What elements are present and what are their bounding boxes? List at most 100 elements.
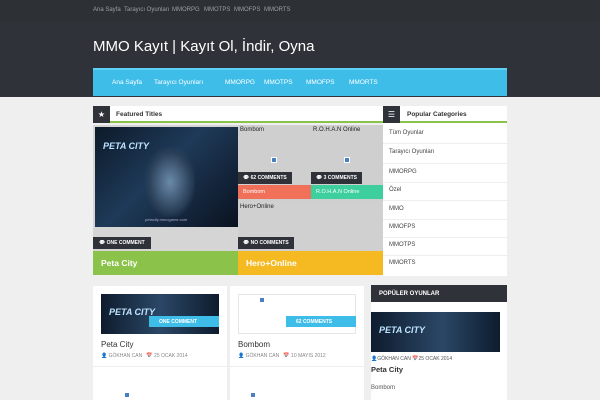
nav-browser-games[interactable]: Tarayıcı Oyunları: [154, 79, 203, 86]
broken-image-icon: [124, 392, 130, 398]
category-mmo[interactable]: MMO: [389, 206, 404, 212]
comment-count: ONE COMMENT: [159, 319, 198, 325]
category-all-games[interactable]: Tüm Oyunlar: [389, 130, 424, 136]
featured-main-title[interactable]: Peta City: [101, 258, 137, 268]
divider: [383, 163, 507, 164]
comment-count-ribbon[interactable]: ONE COMMENT: [149, 316, 219, 327]
post-thumbnail[interactable]: PETA CITY: [101, 294, 219, 334]
popular-game-meta: 👤GÖKHAN CAN 📅25 OCAK 2014: [371, 356, 452, 362]
featured-small-2-name[interactable]: R.O.H.A.N Online: [313, 127, 360, 133]
featured-small-1-title[interactable]: Bombom: [243, 189, 265, 195]
popular-game-thumbnail[interactable]: PETA CITY: [371, 312, 500, 352]
category-mmotps[interactable]: MMOTPS: [389, 242, 415, 248]
nav-mmotps[interactable]: MMOTPS: [264, 79, 293, 86]
user-icon: 👤: [101, 353, 109, 359]
game-logo: PETA CITY: [103, 141, 150, 151]
featured-grid: PETA CITY petacity.mmogame.com 💬 ONE COM…: [93, 125, 383, 275]
category-mmorpg[interactable]: MMORPG: [389, 169, 417, 175]
comment-count: 3 COMMENTS: [323, 175, 357, 181]
game-url: petacity.mmogame.com: [145, 217, 188, 222]
post-date: 25 OCAK 2014: [154, 353, 188, 359]
featured-bottom-name[interactable]: Hero+Online: [240, 204, 274, 210]
comment-count-ribbon[interactable]: 62 COMMENTS: [286, 316, 356, 327]
divider: [383, 200, 507, 201]
nav-home[interactable]: Ana Sayfa: [112, 79, 142, 86]
post-meta: 👤 GÖKHAN CAN 📅 25 OCAK 2014: [101, 353, 188, 359]
featured-bottom-title-bar[interactable]: Hero+Online: [238, 251, 383, 275]
game-character: [145, 147, 195, 217]
comment-count: ONE COMMENT: [106, 240, 145, 246]
main-nav: Ana Sayfa Tarayıcı Oyunları MMORPG MMOTP…: [93, 68, 507, 96]
post-title[interactable]: Bombom: [238, 340, 270, 349]
top-link-mmofps[interactable]: MMOFPS: [234, 7, 260, 13]
post-date: 10 MAYIS 2012: [291, 353, 326, 359]
post-card[interactable]: PETA CITY ONE COMMENT Peta City 👤 GÖKHAN…: [93, 286, 227, 400]
categories-heading-bar: ☰ Popular Categories: [383, 106, 507, 123]
category-special[interactable]: Özel: [389, 187, 401, 193]
featured-main-title-bar[interactable]: Peta City: [93, 251, 238, 275]
top-link-mmorts[interactable]: MMORTS: [264, 7, 291, 13]
nav-mmofps[interactable]: MMOFPS: [306, 79, 335, 86]
nav-mmorts[interactable]: MMORTS: [349, 79, 378, 86]
post-card[interactable]: 62 COMMENTS Bombom 👤 GÖKHAN CAN 📅 10 MAY…: [230, 286, 364, 400]
star-icon: ★: [93, 106, 110, 123]
featured-small-1[interactable]: Bombom 💬 62 COMMENTS Bombom: [238, 125, 311, 202]
comment-icon: 💬: [243, 240, 250, 246]
popular-games-heading: POPÜLER OYUNLAR: [379, 291, 440, 297]
comment-icon: 💬: [243, 175, 250, 181]
divider: [230, 366, 364, 367]
popular-game-next[interactable]: Bombom: [371, 385, 395, 391]
popular-games-heading-bar: POPÜLER OYUNLAR: [371, 285, 507, 302]
featured-small-2-title[interactable]: R.O.H.A.N Online: [316, 189, 359, 195]
popular-game-title[interactable]: Peta City: [371, 365, 403, 374]
comment-icon: 💬: [99, 240, 106, 246]
nav-mmorpg[interactable]: MMORPG: [225, 79, 255, 86]
category-mmorts[interactable]: MMORTS: [389, 260, 416, 266]
comment-count: NO COMMENTS: [250, 240, 289, 246]
comment-count-badge[interactable]: 💬 ONE COMMENT: [93, 237, 151, 249]
top-link-mmotps[interactable]: MMOTPS: [204, 7, 230, 13]
popular-games-widget: POPÜLER OYUNLAR PETA CITY 👤GÖKHAN CAN 📅2…: [371, 285, 507, 400]
divider: [383, 143, 507, 144]
broken-image-icon: [259, 297, 265, 303]
top-bar: Ana Sayfa Tarayıcı Oyunları MMORPG MMOTP…: [0, 0, 600, 22]
broken-image-icon: [271, 157, 277, 163]
post-title[interactable]: Peta City: [101, 340, 133, 349]
site-title[interactable]: MMO Kayıt | Kayıt Ol, İndir, Oyna: [93, 38, 314, 55]
list-icon: ☰: [383, 106, 400, 123]
featured-small-1-bar[interactable]: Bombom: [238, 185, 311, 199]
comment-count-badge[interactable]: 💬 NO COMMENTS: [238, 237, 294, 249]
divider: [383, 237, 507, 238]
category-mmofps[interactable]: MMOFPS: [389, 224, 415, 230]
post-author[interactable]: GÖKHAN CAN: [109, 353, 143, 359]
featured-small-2[interactable]: R.O.H.A.N Online 💬 3 COMMENTS R.O.H.A.N …: [311, 125, 383, 202]
top-link-browser-games[interactable]: Tarayıcı Oyunları: [124, 7, 169, 13]
game-logo: PETA CITY: [379, 325, 426, 335]
post-author[interactable]: GÖKHAN CAN: [246, 353, 280, 359]
top-link-home[interactable]: Ana Sayfa: [93, 7, 121, 13]
divider: [383, 182, 507, 183]
divider: [383, 255, 507, 256]
featured-bottom-title[interactable]: Hero+Online: [246, 258, 297, 268]
featured-main[interactable]: PETA CITY petacity.mmogame.com 💬 ONE COM…: [93, 125, 238, 275]
categories-heading: Popular Categories: [407, 111, 467, 118]
user-icon: 👤: [238, 353, 246, 359]
featured-small-2-bar[interactable]: R.O.H.A.N Online: [311, 185, 383, 199]
popular-game-author[interactable]: GÖKHAN CAN: [377, 356, 411, 362]
category-browser-games[interactable]: Tarayıcı Oyunları: [389, 149, 434, 155]
featured-main-image[interactable]: PETA CITY petacity.mmogame.com: [95, 127, 238, 227]
top-link-mmorpg[interactable]: MMORPG: [172, 7, 200, 13]
featured-bottom[interactable]: Hero+Online 💬 NO COMMENTS Hero+Online: [238, 202, 383, 275]
popular-game-date: 25 OCAK 2014: [418, 356, 453, 362]
divider: [93, 366, 227, 367]
comment-count-badge[interactable]: 💬 62 COMMENTS: [238, 172, 292, 184]
calendar-icon: 📅: [283, 353, 292, 359]
post-thumbnail[interactable]: [238, 294, 356, 334]
divider: [383, 219, 507, 220]
post-meta: 👤 GÖKHAN CAN 📅 10 MAYIS 2012: [238, 353, 326, 359]
featured-small-1-name[interactable]: Bombom: [240, 127, 264, 133]
calendar-icon: 📅: [146, 353, 155, 359]
popular-categories-widget: ☰ Popular Categories Tüm Oyunlar Tarayıc…: [383, 106, 507, 276]
comment-icon: 💬: [316, 175, 323, 181]
comment-count-badge[interactable]: 💬 3 COMMENTS: [311, 172, 362, 184]
